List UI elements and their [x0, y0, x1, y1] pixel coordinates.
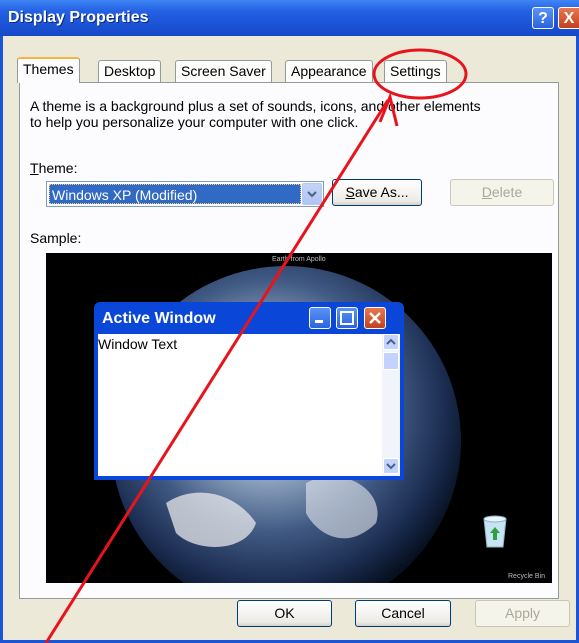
- minimize-icon: [309, 307, 331, 329]
- theme-sample-preview: Earth from Apollo Active Window Window T…: [46, 253, 552, 583]
- theme-description-line-2: to help you personalize your computer wi…: [30, 114, 359, 130]
- close-icon: [364, 307, 386, 329]
- sample-window-body: Window Text: [98, 334, 400, 476]
- ok-button[interactable]: OK: [237, 600, 332, 627]
- tab-settings[interactable]: Settings: [384, 60, 447, 82]
- display-properties-window: Display Properties ? X Themes Desktop Sc…: [0, 0, 579, 643]
- cancel-button[interactable]: Cancel: [355, 600, 451, 627]
- tab-themes[interactable]: Themes: [17, 57, 80, 83]
- delete-label: elete: [491, 184, 523, 200]
- theme-label-text: heme:: [38, 160, 78, 176]
- tab-desktop[interactable]: Desktop: [98, 60, 162, 82]
- save-as-label: ave As...: [354, 184, 409, 200]
- theme-label-mnemonic: T: [30, 160, 39, 176]
- maximize-icon: [336, 307, 358, 329]
- scroll-down-icon: [383, 458, 399, 474]
- sample-label: Sample:: [30, 230, 82, 246]
- theme-select[interactable]: Windows XP (Modified): [46, 181, 324, 207]
- theme-label: Theme:: [30, 160, 77, 176]
- sample-active-window: Active Window Window Text: [94, 302, 404, 480]
- delete-button: Delete: [450, 179, 554, 206]
- delete-mnemonic: D: [481, 184, 492, 200]
- scroll-thumb: [383, 352, 399, 370]
- recycle-bin-label: Recycle Bin: [508, 573, 545, 580]
- sample-caption: Earth from Apollo: [272, 256, 326, 263]
- sample-window-title: Active Window: [102, 310, 216, 327]
- dialog-client-area: Themes Desktop Screen Saver Appearance S…: [3, 36, 576, 640]
- apply-button: Apply: [475, 600, 570, 627]
- chevron-down-icon[interactable]: [302, 183, 322, 205]
- theme-select-value: Windows XP (Modified): [49, 184, 301, 204]
- sample-scrollbar: [382, 334, 400, 476]
- title-bar[interactable]: Display Properties ? X: [0, 0, 579, 36]
- close-button[interactable]: X: [558, 7, 579, 29]
- window-title: Display Properties: [8, 9, 149, 26]
- theme-description-line-1: A theme is a background plus a set of so…: [30, 98, 481, 114]
- save-as-button[interactable]: Save As...: [332, 179, 422, 206]
- save-as-mnemonic: S: [345, 184, 355, 200]
- tab-appearance[interactable]: Appearance: [285, 60, 373, 82]
- sample-window-text: Window Text: [98, 336, 178, 352]
- help-button[interactable]: ?: [532, 7, 554, 29]
- tab-screen-saver[interactable]: Screen Saver: [175, 60, 272, 82]
- scroll-up-icon: [383, 334, 399, 350]
- recycle-bin-icon: [483, 515, 507, 548]
